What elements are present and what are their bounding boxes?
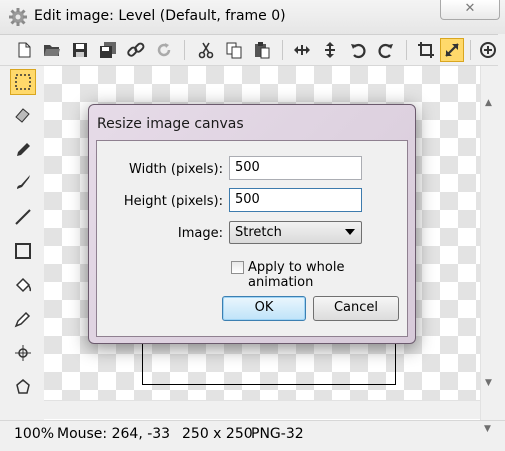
- open-folder-icon: [44, 45, 60, 56]
- move-horizontal-button[interactable]: [290, 38, 314, 62]
- open-button[interactable]: [40, 38, 64, 62]
- width-label: Width (pixels):: [129, 162, 223, 177]
- zoom-level: 100%: [14, 426, 55, 442]
- title-bar: Edit image: Level (Default, frame 0) ✕: [0, 0, 505, 35]
- resize-grip-icon[interactable]: ▼: [484, 424, 491, 434]
- cancel-button[interactable]: Cancel: [313, 296, 399, 321]
- image-mode-value: Stretch: [235, 225, 282, 240]
- resize-icon: [445, 43, 459, 57]
- rectangle-icon: [15, 243, 31, 259]
- vertical-scrollbar[interactable]: ▲ ▼: [480, 66, 499, 420]
- window-edge: [498, 34, 505, 450]
- move-vertical-icon: [325, 42, 335, 58]
- link-icon: [127, 42, 145, 57]
- cut-button[interactable]: [194, 38, 218, 62]
- dialog-body: Width (pixels): 500 Height (pixels): 500…: [96, 140, 408, 337]
- paste-icon: [255, 42, 270, 59]
- fill-bucket-icon: [15, 277, 32, 293]
- mouse-position: Mouse: 264, -33: [57, 426, 171, 442]
- rectangle-tool-button[interactable]: [10, 238, 36, 264]
- scroll-up-icon[interactable]: ▲: [485, 98, 492, 108]
- pencil-tool-button[interactable]: [10, 137, 36, 163]
- gear-icon: [9, 8, 27, 26]
- paste-button[interactable]: [250, 38, 274, 62]
- new-file-button[interactable]: [12, 38, 36, 62]
- redo-icon: [378, 43, 393, 59]
- undo-button[interactable]: [346, 38, 370, 62]
- zoom-in-icon: [480, 42, 496, 58]
- save-all-button[interactable]: [96, 38, 120, 62]
- image-format: PNG-32: [251, 426, 304, 442]
- resize-canvas-dialog: Resize image canvas Width (pixels): 500 …: [88, 104, 416, 344]
- line-icon: [15, 209, 31, 225]
- scroll-down-icon[interactable]: ▼: [485, 378, 492, 388]
- window-title: Edit image: Level (Default, frame 0): [34, 8, 286, 24]
- height-label: Height (pixels):: [123, 194, 223, 209]
- close-button[interactable]: ✕: [440, 0, 500, 20]
- eraser-icon: [15, 108, 30, 123]
- eyedropper-icon: [14, 311, 31, 328]
- ok-button[interactable]: OK: [222, 296, 306, 321]
- redo-button[interactable]: [374, 38, 398, 62]
- apply-animation-label: Apply to whole animation: [248, 260, 345, 290]
- origin-tool-button[interactable]: [10, 340, 36, 366]
- origin-icon: [15, 345, 31, 361]
- refresh-icon: [157, 43, 171, 57]
- chevron-down-icon: [345, 229, 355, 235]
- pencil-icon: [17, 143, 30, 156]
- horizontal-scrollbar[interactable]: [44, 400, 480, 419]
- save-icon: [73, 43, 87, 57]
- save-all-icon: [100, 42, 116, 58]
- crop-icon: [418, 42, 434, 58]
- eraser-tool-button[interactable]: [10, 101, 36, 127]
- toolbar-separator: [470, 40, 471, 60]
- polygon-tool-button[interactable]: [10, 374, 36, 400]
- toolbar-separator: [184, 40, 185, 60]
- resize-button[interactable]: [440, 38, 464, 62]
- toolbar: [0, 35, 505, 66]
- save-button[interactable]: [68, 38, 92, 62]
- dialog-title: Resize image canvas: [97, 116, 244, 132]
- image-mode-select[interactable]: Stretch: [229, 221, 362, 244]
- move-vertical-button[interactable]: [318, 38, 342, 62]
- height-field[interactable]: 500: [229, 188, 362, 212]
- new-file-icon: [18, 42, 31, 58]
- toolbar-separator: [406, 40, 407, 60]
- status-bar: 100% Mouse: 264, -33 250 x 250 PNG-32 ▼: [0, 420, 505, 451]
- copy-icon: [226, 42, 242, 59]
- image-label: Image:: [177, 226, 223, 241]
- link-button[interactable]: [124, 38, 148, 62]
- apply-animation-checkbox[interactable]: [231, 261, 244, 274]
- crop-button[interactable]: [414, 38, 438, 62]
- copy-button[interactable]: [222, 38, 246, 62]
- undo-icon: [351, 43, 366, 59]
- polygon-icon: [16, 379, 30, 394]
- brush-icon: [17, 175, 30, 189]
- image-size: 250 x 250: [182, 426, 253, 442]
- cut-icon: [198, 42, 214, 59]
- eyedropper-tool-button[interactable]: [10, 306, 36, 332]
- zoom-in-button[interactable]: [476, 38, 500, 62]
- toolbar-separator: [282, 40, 283, 60]
- close-icon: ✕: [464, 1, 476, 16]
- width-field[interactable]: 500: [229, 156, 362, 180]
- refresh-button[interactable]: [152, 38, 176, 62]
- fill-tool-button[interactable]: [10, 272, 36, 298]
- line-tool-button[interactable]: [10, 204, 36, 230]
- brush-tool-button[interactable]: [10, 169, 36, 195]
- selection-tool-icon: [15, 74, 31, 90]
- selection-tool-button[interactable]: [10, 69, 36, 95]
- tool-palette: [0, 66, 44, 420]
- move-horizontal-icon: [294, 45, 310, 55]
